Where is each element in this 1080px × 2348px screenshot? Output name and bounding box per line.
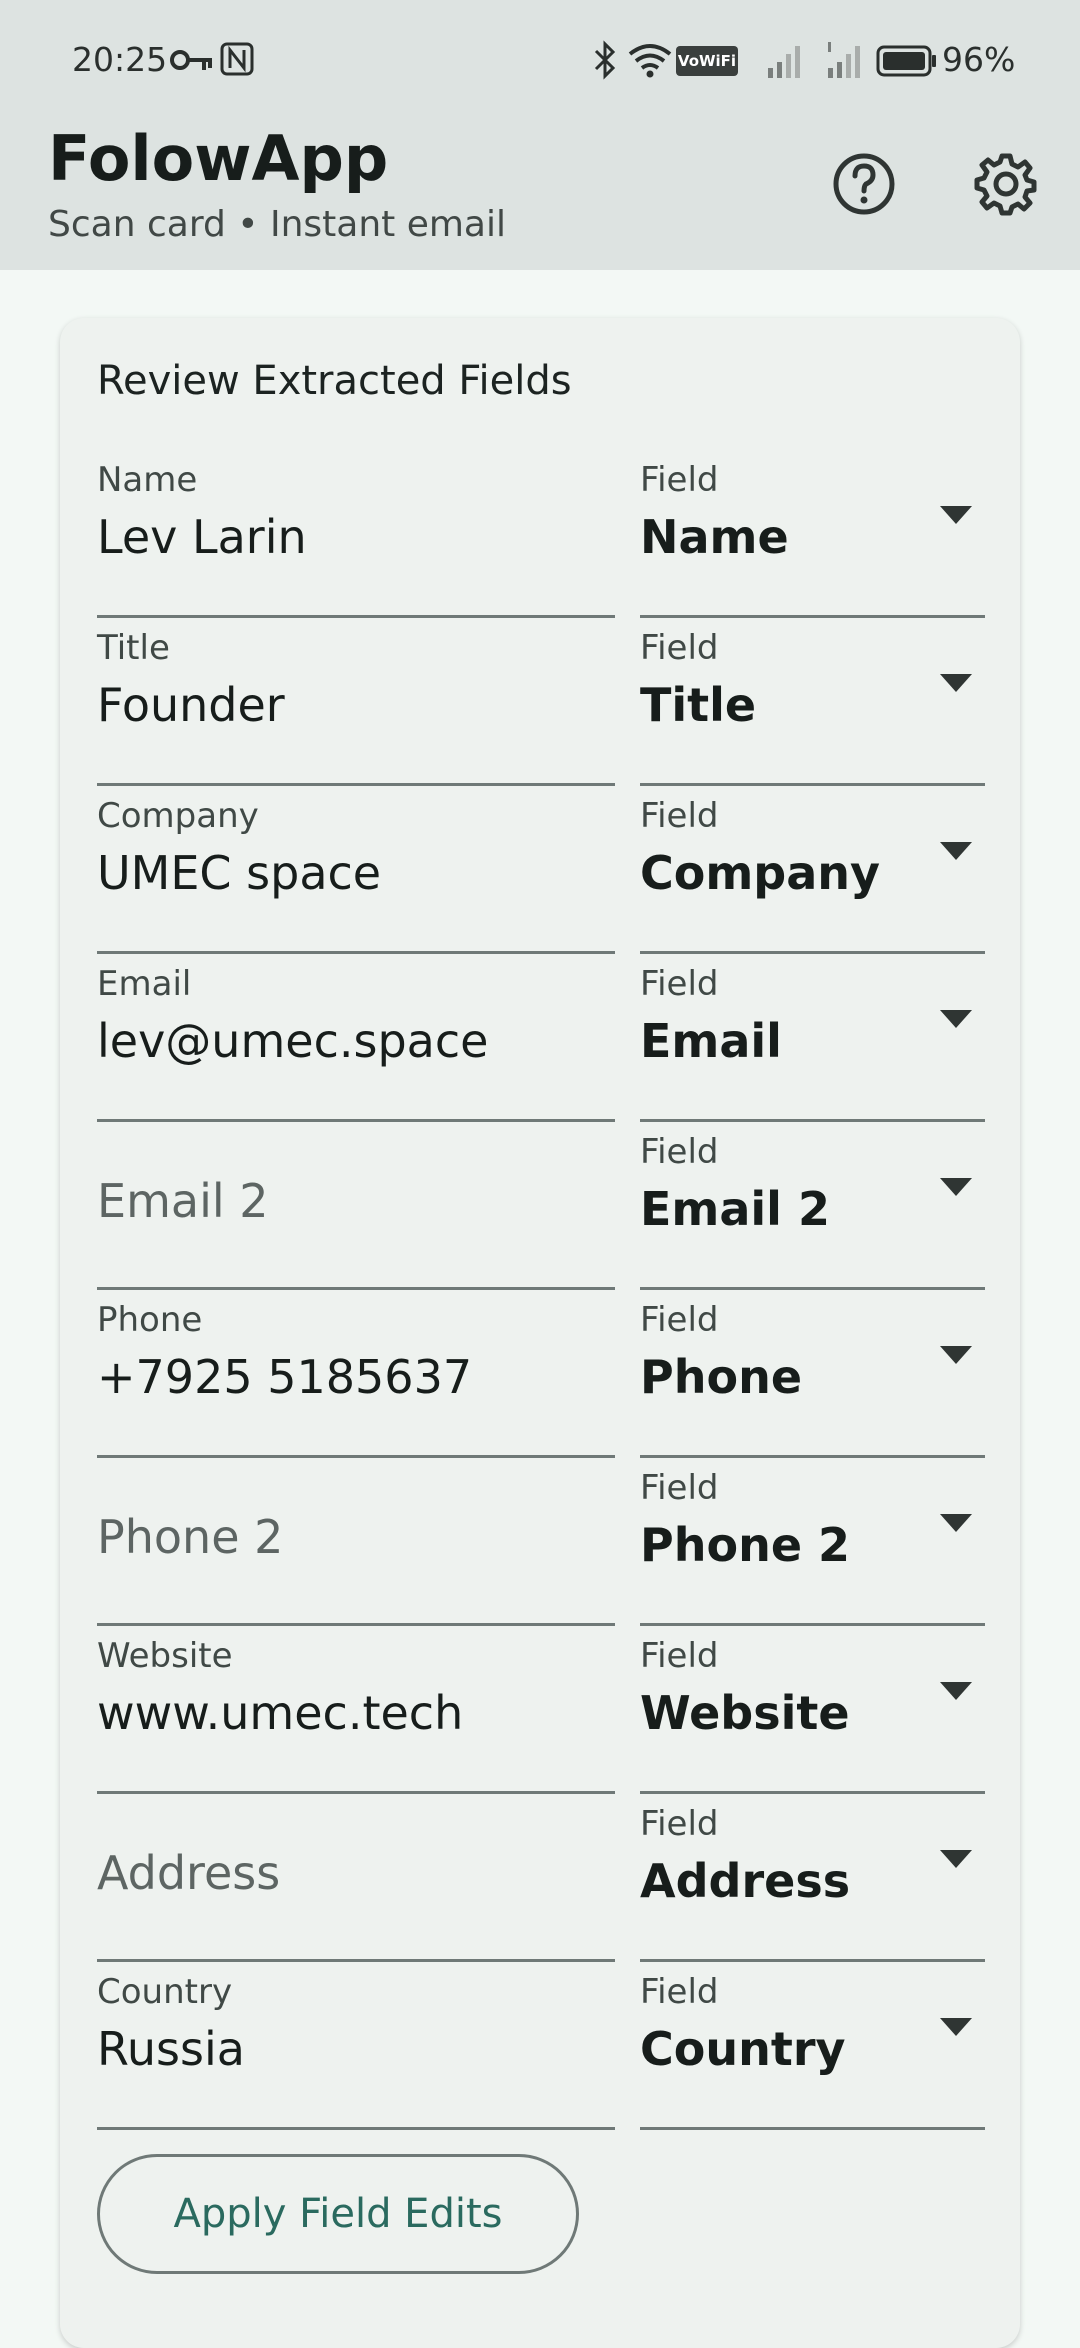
input-value: UMEC space bbox=[97, 846, 382, 900]
input-value: +7925 5185637 bbox=[97, 1350, 473, 1404]
select-label: Field bbox=[640, 796, 719, 836]
chevron-down-icon bbox=[940, 842, 972, 860]
status-time: 20:25 bbox=[72, 40, 168, 79]
signal-icon bbox=[828, 42, 860, 78]
signal-icon bbox=[768, 46, 800, 78]
chevron-down-icon bbox=[940, 1682, 972, 1700]
website-input[interactable]: Website www.umec.tech bbox=[97, 1626, 615, 1794]
country-field-select[interactable]: Field Country bbox=[640, 1962, 985, 2130]
key-icon bbox=[170, 50, 212, 70]
country-input[interactable]: Country Russia bbox=[97, 1962, 615, 2130]
select-label: Field bbox=[640, 1972, 719, 2012]
battery-percent: 96% bbox=[942, 40, 1016, 79]
field-row-website: Website www.umec.tech Field Website bbox=[60, 1626, 1020, 1794]
input-placeholder: Address bbox=[97, 1846, 281, 1900]
field-row-email-2: Email 2 Field Email 2 bbox=[60, 1122, 1020, 1290]
select-label: Field bbox=[640, 1468, 719, 1508]
title-input[interactable]: Title Founder bbox=[97, 618, 615, 786]
field-row-phone: Phone +7925 5185637 Field Phone bbox=[60, 1290, 1020, 1458]
card-title: Review Extracted Fields bbox=[97, 358, 572, 404]
apply-field-edits-button[interactable]: Apply Field Edits bbox=[97, 2154, 579, 2274]
chevron-down-icon bbox=[940, 2018, 972, 2036]
input-placeholder: Email 2 bbox=[97, 1174, 269, 1228]
phone-2-input[interactable]: Phone 2 bbox=[97, 1458, 615, 1626]
input-label: Company bbox=[97, 796, 259, 836]
website-field-select[interactable]: Field Website bbox=[640, 1626, 985, 1794]
address-input[interactable]: Address bbox=[97, 1794, 615, 1962]
phone-2-field-select[interactable]: Field Phone 2 bbox=[640, 1458, 985, 1626]
company-input[interactable]: Company UMEC space bbox=[97, 786, 615, 954]
chevron-down-icon bbox=[940, 1178, 972, 1196]
chevron-down-icon bbox=[940, 674, 972, 692]
field-row-email: Email lev@umec.space Field Email bbox=[60, 954, 1020, 1122]
field-row-phone-2: Phone 2 Field Phone 2 bbox=[60, 1458, 1020, 1626]
field-row-title: Title Founder Field Title bbox=[60, 618, 1020, 786]
email-input[interactable]: Email lev@umec.space bbox=[97, 954, 615, 1122]
select-value: Title bbox=[640, 678, 757, 732]
app-title: FolowApp bbox=[48, 122, 389, 195]
field-row-company: Company UMEC space Field Company bbox=[60, 786, 1020, 954]
company-field-select[interactable]: Field Company bbox=[640, 786, 985, 954]
input-label: Website bbox=[97, 1636, 233, 1676]
select-value: Phone 2 bbox=[640, 1518, 851, 1572]
field-row-address: Address Field Address bbox=[60, 1794, 1020, 1962]
name-field-select[interactable]: Field Name bbox=[640, 450, 985, 618]
select-value: Country bbox=[640, 2022, 846, 2076]
vowifi-icon: VoWiFi bbox=[676, 46, 738, 76]
input-value: Russia bbox=[97, 2022, 245, 2076]
select-label: Field bbox=[640, 628, 719, 668]
help-icon[interactable] bbox=[830, 150, 898, 218]
email-2-input[interactable]: Email 2 bbox=[97, 1122, 615, 1290]
select-label: Field bbox=[640, 1804, 719, 1844]
field-row-country: Country Russia Field Country bbox=[60, 1962, 1020, 2130]
app-subtitle: Scan card • Instant email bbox=[48, 204, 506, 245]
field-row-name: Name Lev Larin Field Name bbox=[60, 450, 1020, 618]
input-label: Title bbox=[97, 628, 170, 668]
input-value: Lev Larin bbox=[97, 510, 307, 564]
select-value: Name bbox=[640, 510, 789, 564]
select-label: Field bbox=[640, 1132, 719, 1172]
email-field-select[interactable]: Field Email bbox=[640, 954, 985, 1122]
chevron-down-icon bbox=[940, 1850, 972, 1868]
input-value: lev@umec.space bbox=[97, 1014, 489, 1068]
select-value: Website bbox=[640, 1686, 850, 1740]
input-placeholder: Phone 2 bbox=[97, 1510, 284, 1564]
battery-icon bbox=[876, 45, 936, 77]
select-value: Email 2 bbox=[640, 1182, 830, 1236]
phone-field-select[interactable]: Field Phone bbox=[640, 1290, 985, 1458]
select-value: Phone bbox=[640, 1350, 803, 1404]
input-value: www.umec.tech bbox=[97, 1686, 464, 1740]
title-field-select[interactable]: Field Title bbox=[640, 618, 985, 786]
wifi-icon bbox=[628, 44, 672, 78]
input-label: Email bbox=[97, 964, 192, 1004]
chevron-down-icon bbox=[940, 1514, 972, 1532]
chevron-down-icon bbox=[940, 1010, 972, 1028]
input-value: Founder bbox=[97, 678, 285, 732]
select-value: Address bbox=[640, 1854, 851, 1908]
select-value: Company bbox=[640, 846, 880, 900]
select-label: Field bbox=[640, 460, 719, 500]
phone-input[interactable]: Phone +7925 5185637 bbox=[97, 1290, 615, 1458]
input-label: Phone bbox=[97, 1300, 203, 1340]
select-label: Field bbox=[640, 1300, 719, 1340]
address-field-select[interactable]: Field Address bbox=[640, 1794, 985, 1962]
chevron-down-icon bbox=[940, 1346, 972, 1364]
select-value: Email bbox=[640, 1014, 782, 1068]
nfc-icon bbox=[220, 42, 254, 76]
email-2-field-select[interactable]: Field Email 2 bbox=[640, 1122, 985, 1290]
select-label: Field bbox=[640, 1636, 719, 1676]
app-bar: FolowApp Scan card • Instant email bbox=[0, 120, 1080, 270]
chevron-down-icon bbox=[940, 506, 972, 524]
select-label: Field bbox=[640, 964, 719, 1004]
input-label: Country bbox=[97, 1972, 233, 2012]
name-input[interactable]: Name Lev Larin bbox=[97, 450, 615, 618]
gear-icon[interactable] bbox=[972, 150, 1040, 218]
input-label: Name bbox=[97, 460, 198, 500]
review-fields-card: Review Extracted Fields Name Lev Larin F… bbox=[60, 318, 1020, 2348]
status-bar: 20:25 VoWiFi 96% bbox=[0, 0, 1080, 120]
bluetooth-icon bbox=[594, 40, 616, 80]
